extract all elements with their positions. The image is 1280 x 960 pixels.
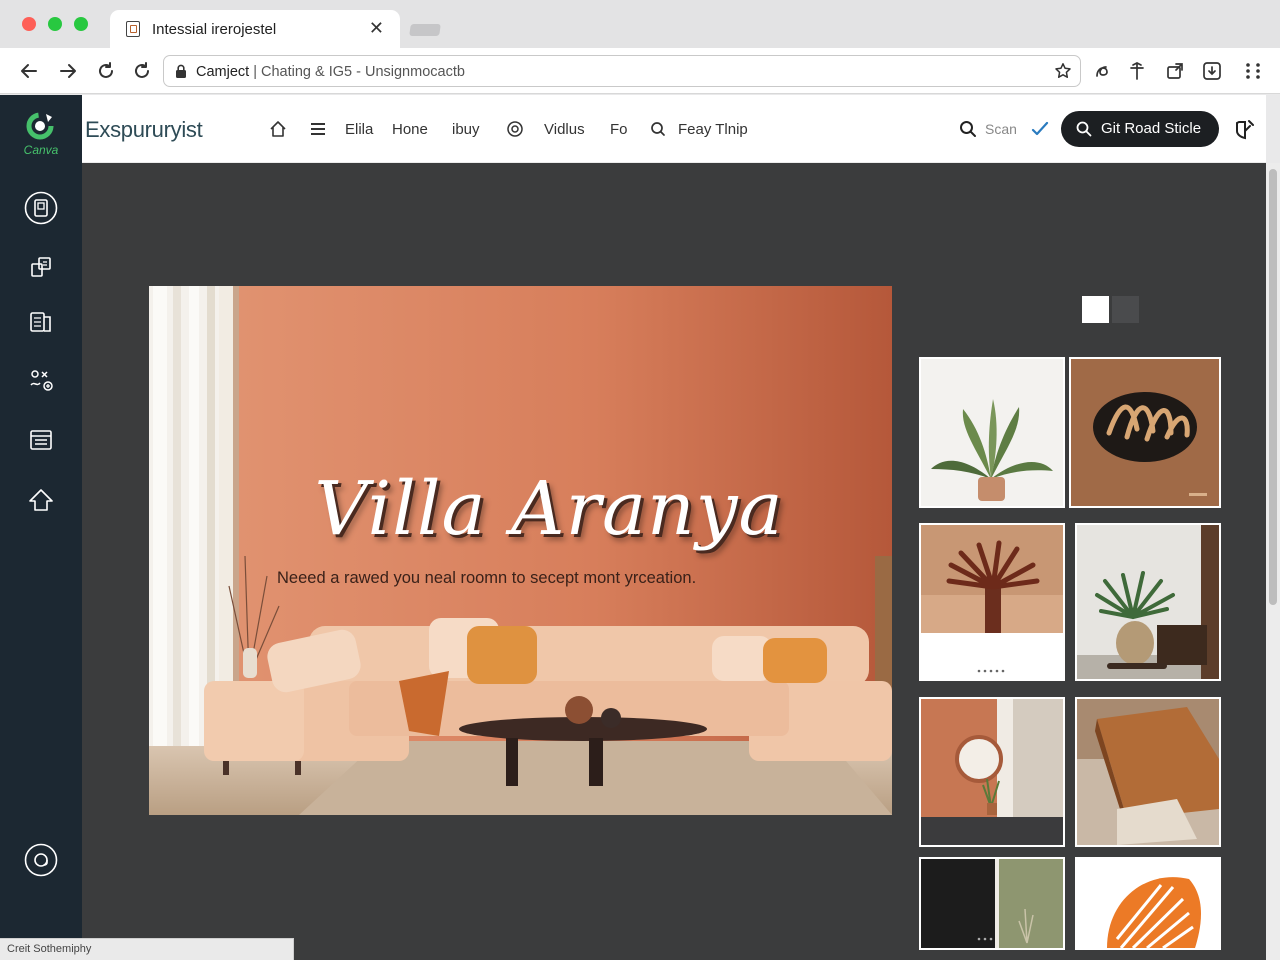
view-toggle-dark[interactable] — [1112, 296, 1139, 323]
design-canvas[interactable]: Villa Aranya Neeed a rawed you neal room… — [149, 286, 892, 815]
download-icon[interactable] — [1202, 61, 1222, 81]
browser-toolbar: Camject | Chating & IG5 - Unsignmocactb — [0, 48, 1280, 94]
nav-item-hone[interactable]: Hone — [392, 121, 428, 138]
cta-search-icon — [1076, 121, 1092, 137]
view-toggle-light[interactable] — [1082, 296, 1109, 323]
account-icon[interactable] — [24, 843, 58, 877]
plant-image — [921, 359, 1063, 506]
canva-logo[interactable]: Canva — [0, 107, 82, 157]
nav-search-icon[interactable] — [648, 119, 668, 139]
templates-icon[interactable] — [24, 191, 58, 225]
nav-item-ibuy[interactable]: ibuy — [452, 121, 480, 138]
thumbnail-tv[interactable] — [919, 857, 1065, 950]
projects-icon[interactable] — [24, 423, 58, 457]
thumbnail-mirror[interactable] — [919, 697, 1065, 847]
browser-tab-active[interactable]: Intessial irerojestel ✕ — [110, 10, 400, 48]
nav-item-fo[interactable]: Fo — [610, 121, 628, 138]
app-header: Exspururyist Elila Hone ibuy Vidlus Fo F… — [82, 95, 1266, 163]
cta-button[interactable]: Git Road Sticle — [1061, 111, 1219, 147]
back-arrow-icon[interactable] — [18, 60, 40, 82]
lock-icon — [176, 64, 186, 78]
checkmark-icon[interactable] — [1030, 119, 1050, 139]
tv-console-image — [921, 859, 1063, 948]
url-host: Camject — [196, 64, 250, 80]
hamburger-menu-icon[interactable] — [308, 119, 328, 139]
reload-icon[interactable] — [95, 60, 117, 82]
text-tool-icon[interactable] — [24, 305, 58, 339]
tree-sculpture-image — [921, 525, 1063, 679]
brand-name[interactable]: Exspururyist — [85, 117, 203, 143]
thumbnail-plant[interactable] — [919, 357, 1065, 508]
address-bar[interactable]: Camject | Chating & IG5 - Unsignmocactb — [163, 55, 1081, 87]
nav-item-feay-tlnip[interactable]: Feay Tlnip — [678, 121, 748, 138]
close-window-button[interactable] — [22, 17, 36, 31]
thumbnail-fungus[interactable] — [1069, 357, 1221, 508]
bookmark-star-icon[interactable] — [1054, 62, 1072, 80]
elements-icon[interactable] — [24, 250, 58, 284]
hero-title[interactable]: Villa Aranya — [289, 466, 809, 552]
search-icon[interactable] — [958, 119, 978, 139]
extensions-icon[interactable] — [1093, 61, 1113, 81]
maximize-window-button[interactable] — [74, 17, 88, 31]
status-text: Creit Sothemiphy — [7, 943, 92, 955]
palm-vase-image — [1077, 525, 1219, 679]
canva-logo-text: Canva — [23, 143, 59, 157]
sculpture-image — [1071, 359, 1219, 506]
status-bar: Creit Sothemiphy — [0, 938, 294, 960]
hero-subtitle[interactable]: Neeed a rawed you neal roomn to secept m… — [277, 569, 696, 588]
tab-favicon-icon — [126, 21, 140, 37]
pin-icon[interactable] — [1127, 61, 1147, 81]
home-icon[interactable] — [268, 119, 288, 139]
share-icon[interactable] — [1165, 61, 1185, 81]
scrollbar-thumb[interactable] — [1269, 169, 1277, 605]
settings-circle-icon[interactable] — [505, 119, 525, 139]
notifications-icon[interactable] — [1233, 117, 1257, 141]
upload-icon[interactable] — [24, 483, 58, 517]
thumbnail-leaf[interactable] — [1075, 857, 1221, 950]
url-path: | Chating & IG5 - Unsignmocactb — [253, 64, 465, 80]
url-text[interactable]: Camject | Chating & IG5 - Unsignmocactb — [196, 64, 465, 80]
forward-arrow-icon[interactable] — [57, 60, 79, 82]
vertical-scrollbar[interactable] — [1266, 163, 1280, 960]
thumbnail-tree[interactable] — [919, 523, 1065, 681]
thumbnail-wood-table[interactable] — [1075, 697, 1221, 847]
nav-item-vidlus[interactable]: Vidlus — [544, 121, 585, 138]
tab-close-icon[interactable]: ✕ — [369, 18, 384, 39]
nav-item-elila[interactable]: Elila — [345, 121, 373, 138]
cta-label: Git Road Sticle — [1101, 120, 1202, 137]
wood-table-image — [1077, 699, 1219, 845]
thumbnail-palm[interactable] — [1075, 523, 1221, 681]
refresh-icon[interactable] — [131, 60, 153, 82]
apps-icon[interactable] — [24, 363, 58, 397]
search-label[interactable]: Scan — [985, 121, 1017, 137]
mirror-room-image — [921, 699, 1063, 845]
minimize-window-button[interactable] — [48, 17, 62, 31]
tab-title: Intessial irerojestel — [152, 21, 277, 38]
editor-sidebar: Canva — [0, 95, 82, 960]
menu-dots-icon[interactable] — [1243, 61, 1263, 81]
orange-leaf-image — [1077, 859, 1219, 948]
browser-tab-bar: Intessial irerojestel ✕ — [0, 0, 1280, 48]
new-tab-button[interactable] — [409, 24, 441, 36]
canva-logo-icon — [26, 112, 54, 140]
